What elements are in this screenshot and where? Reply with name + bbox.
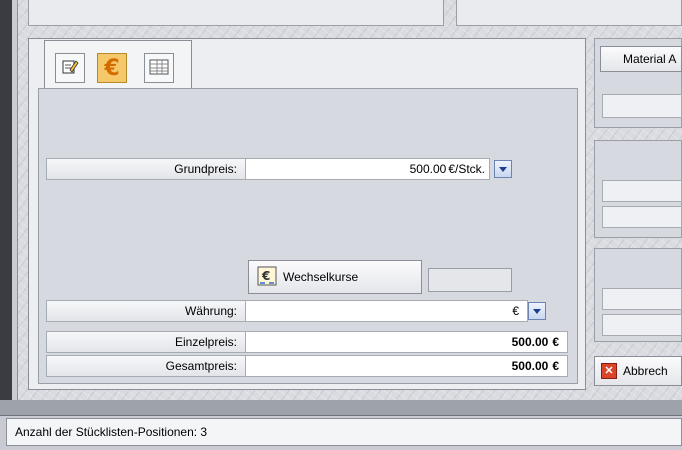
edit-note-icon [61, 58, 79, 79]
exchange-rate-icon: € [257, 266, 277, 289]
gesamtpreis-label: Gesamtpreis: [46, 355, 246, 377]
einzelpreis-unit: € [552, 335, 559, 349]
cancel-button-label: Abbrech [623, 364, 668, 378]
right-field-1[interactable] [602, 94, 682, 118]
tab-price[interactable]: € [97, 53, 127, 83]
right-field-3[interactable] [602, 206, 682, 228]
einzelpreis-value: 500.00 [511, 335, 549, 349]
status-bar-divider [0, 400, 682, 416]
wechselkurse-button[interactable]: € Wechselkurse [248, 260, 422, 294]
gesamtpreis-field: 500.00 € [246, 355, 568, 377]
gesamtpreis-unit: € [552, 359, 559, 373]
waehrung-dropdown[interactable] [528, 302, 546, 320]
grundpreis-field[interactable]: 500.00 €/Stck. [246, 158, 490, 180]
chevron-down-icon [499, 166, 507, 172]
grundpreis-value: 500.00 [409, 162, 447, 176]
einzelpreis-field: 500.00 € [246, 331, 568, 353]
tab-general[interactable] [55, 53, 85, 83]
grundpreis-unit-dropdown[interactable] [494, 160, 512, 178]
euro-icon: € [104, 55, 120, 81]
wechselkurse-label: Wechselkurse [283, 270, 359, 284]
chevron-down-icon [533, 308, 541, 314]
right-field-4[interactable] [602, 288, 682, 310]
right-field-2[interactable] [602, 180, 682, 202]
waehrung-value[interactable]: € [246, 300, 528, 322]
einzelpreis-label: Einzelpreis: [46, 331, 246, 353]
waehrung-label: Währung: [46, 300, 246, 322]
close-icon: ✕ [601, 363, 617, 379]
top-panel-right [456, 0, 682, 26]
tab-table[interactable] [144, 53, 174, 83]
left-frame-edge [0, 0, 12, 400]
status-text: Anzahl der Stücklisten-Positionen: 3 [6, 418, 682, 446]
grundpreis-unit: €/Stck. [448, 162, 485, 176]
left-frame-border [12, 0, 18, 400]
gesamtpreis-value: 500.00 [511, 359, 549, 373]
cancel-button[interactable]: ✕ Abbrech [594, 356, 682, 386]
svg-text:€: € [261, 269, 270, 283]
exchange-rate-field[interactable] [428, 268, 512, 292]
right-field-5[interactable] [602, 314, 682, 336]
top-panel-left [28, 0, 444, 26]
material-button[interactable]: Material A [600, 46, 682, 72]
table-icon [149, 59, 169, 78]
material-button-label: Material A [623, 52, 677, 66]
grundpreis-label: Grundpreis: [46, 158, 246, 180]
